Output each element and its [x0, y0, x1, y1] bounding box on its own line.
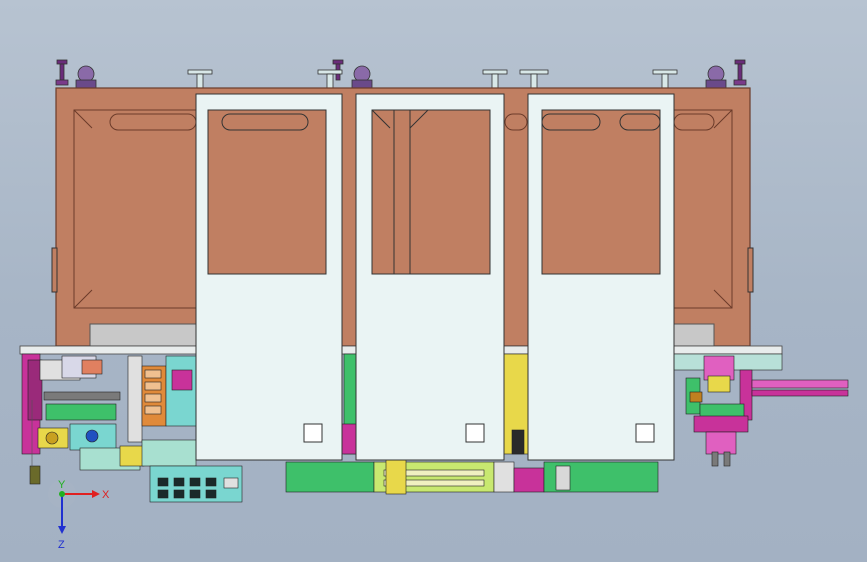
- x-axis-label: X: [102, 489, 110, 501]
- door-right-handle-right[interactable]: [619, 113, 661, 131]
- door-middle-lock[interactable]: [465, 423, 485, 443]
- y-axis-label: Y: [58, 479, 66, 491]
- door-right-handle-left[interactable]: [541, 113, 601, 131]
- door-left-window: [207, 109, 327, 275]
- door-right[interactable]: [527, 93, 675, 461]
- door-left-handle[interactable]: [221, 113, 309, 131]
- machinery-right[interactable]: [673, 353, 849, 467]
- cad-viewport[interactable]: X Y Z: [0, 0, 867, 562]
- door-middle[interactable]: [355, 93, 505, 461]
- door-right-lock[interactable]: [635, 423, 655, 443]
- door-left[interactable]: [195, 93, 343, 461]
- y-axis-dot: [59, 491, 65, 497]
- cad-model-drawing[interactable]: X Y Z: [0, 0, 867, 562]
- coordinate-triad: X Y Z: [48, 479, 110, 551]
- door-right-window: [541, 109, 661, 275]
- door-middle-window: [371, 109, 491, 275]
- door-left-lock[interactable]: [303, 423, 323, 443]
- z-axis-label: Z: [58, 539, 65, 551]
